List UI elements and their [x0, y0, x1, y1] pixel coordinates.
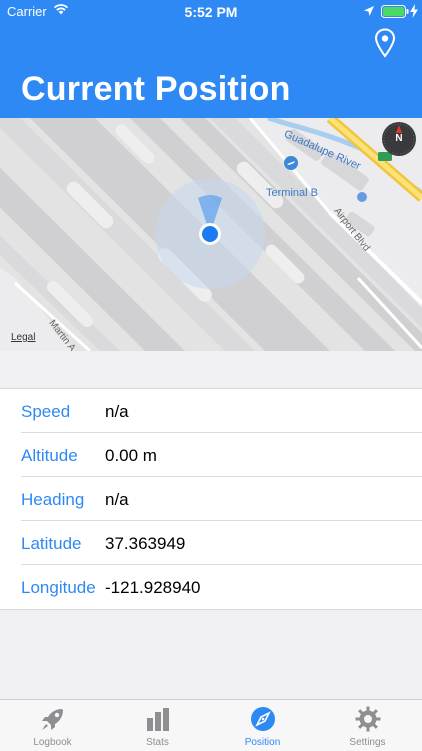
row-altitude: Altitude 0.00 m	[0, 433, 422, 477]
status-time: 5:52 PM	[184, 4, 238, 20]
map-view[interactable]: Guadalupe River Terminal B Airport Blvd …	[0, 118, 422, 351]
legal-link[interactable]: Legal	[11, 332, 35, 343]
gear-icon	[355, 706, 381, 732]
nav-header: Carrier 5:52 PM Current Position	[0, 0, 422, 118]
row-latitude: Latitude 37.363949	[0, 521, 422, 565]
heading-value: n/a	[105, 490, 129, 509]
map-compass[interactable]: N	[381, 121, 417, 157]
position-list: Speed n/a Altitude 0.00 m Heading n/a La…	[0, 388, 422, 610]
charging-bolt-icon	[410, 4, 418, 18]
row-heading: Heading n/a	[0, 477, 422, 521]
tab-settings[interactable]: Settings	[315, 700, 420, 751]
status-bar: Carrier 5:52 PM	[0, 0, 422, 24]
row-speed: Speed n/a	[0, 389, 422, 433]
speed-label: Speed	[21, 402, 71, 421]
tab-stats-label: Stats	[146, 737, 169, 748]
tab-settings-label: Settings	[349, 737, 386, 748]
location-arrow-icon	[364, 6, 374, 16]
compass-icon	[251, 707, 275, 731]
tab-logbook-label: Logbook	[33, 737, 72, 748]
tab-position-label: Position	[244, 737, 281, 748]
longitude-label: Longitude	[21, 578, 96, 597]
altitude-label: Altitude	[21, 446, 78, 465]
altitude-value: 0.00 m	[105, 446, 157, 465]
terminal-label: Terminal B	[266, 187, 318, 199]
tab-logbook[interactable]: Logbook	[0, 700, 105, 751]
location-pin-button[interactable]	[374, 28, 396, 58]
longitude-value: -121.928940	[105, 578, 201, 597]
tab-stats[interactable]: Stats	[105, 700, 210, 751]
latitude-value: 37.363949	[105, 534, 186, 553]
page-title: Current Position	[21, 70, 291, 108]
speed-value: n/a	[105, 402, 129, 421]
rocket-icon	[42, 709, 63, 730]
tab-bar: Logbook Stats Position Settings	[0, 699, 422, 751]
compass-letter: N	[395, 133, 403, 144]
bar-chart-icon	[147, 708, 169, 731]
tab-position[interactable]: Position	[210, 700, 315, 751]
battery-icon	[381, 5, 409, 18]
row-longitude: Longitude -121.928940	[0, 565, 422, 609]
heading-label: Heading	[21, 490, 85, 509]
latitude-label: Latitude	[21, 534, 82, 553]
